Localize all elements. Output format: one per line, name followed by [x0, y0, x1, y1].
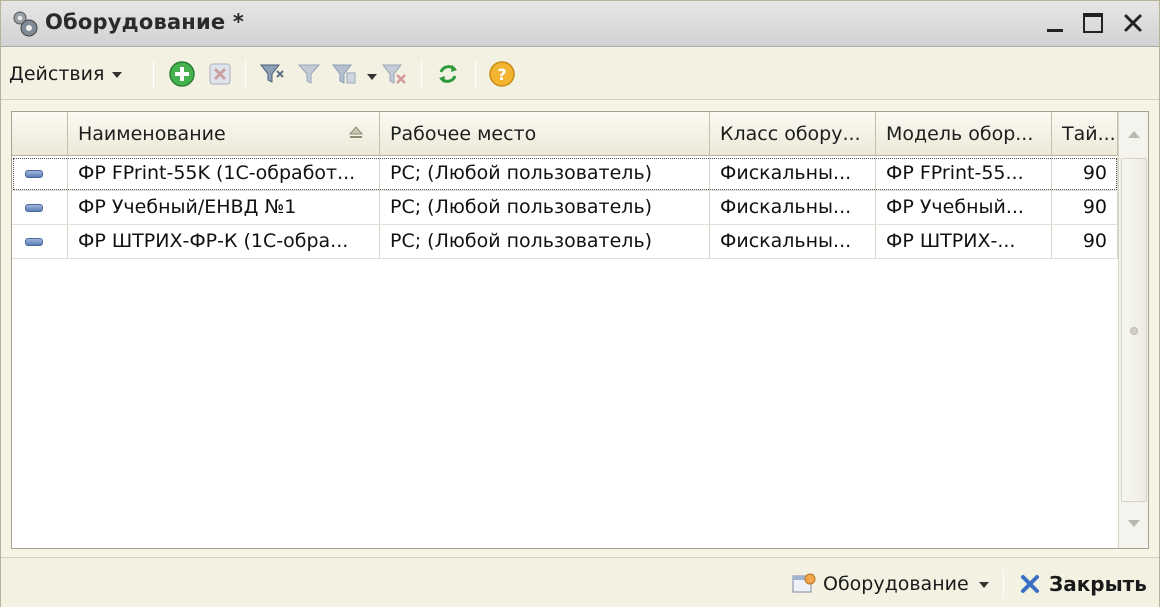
row-marker	[12, 191, 68, 224]
chevron-down-icon	[978, 582, 989, 588]
toolbar-separator	[475, 60, 476, 88]
item-icon	[25, 204, 43, 212]
equipment-gear-icon	[13, 11, 38, 37]
title-bar[interactable]: Оборудование *	[1, 1, 1159, 47]
actions-label: Действия	[9, 63, 105, 85]
row-marker	[12, 157, 68, 190]
cell-model: ФР Учебный...	[876, 191, 1052, 224]
cell-workplace: РС; (Любой пользователь)	[380, 191, 710, 224]
actions-menu-button[interactable]: Действия	[3, 58, 128, 90]
cell-workplace: РС; (Любой пользователь)	[380, 225, 710, 258]
cell-class: Фискальны...	[710, 225, 876, 258]
cell-timeout: 90	[1052, 157, 1118, 190]
table-header: Наименование Рабочее место Класс обору..…	[12, 112, 1118, 156]
close-button[interactable]: Закрыть	[1019, 568, 1147, 600]
table-row[interactable]: ФР Учебный/ЕНВД №1 РС; (Любой пользовате…	[12, 191, 1118, 225]
column-header-workplace[interactable]: Рабочее место	[380, 112, 710, 156]
column-header-name[interactable]: Наименование	[68, 112, 380, 156]
toolbar-separator	[421, 60, 422, 88]
refresh-icon[interactable]	[433, 59, 463, 89]
toolbar-separator	[245, 60, 246, 88]
filter-by-value-icon[interactable]	[295, 59, 325, 89]
close-label: Закрыть	[1049, 572, 1147, 596]
column-header-class[interactable]: Класс обору...	[710, 112, 876, 156]
equipment-table[interactable]: Наименование Рабочее место Класс обору..…	[11, 111, 1149, 549]
cell-model: ФР ШТРИХ-...	[876, 225, 1052, 258]
minimize-icon[interactable]	[1041, 9, 1069, 37]
bottom-bar: Оборудование Закрыть	[1, 557, 1159, 607]
toolbar-separator	[153, 60, 154, 88]
column-header-model[interactable]: Модель обор...	[876, 112, 1052, 156]
sort-ascending-icon	[348, 126, 364, 138]
filter-history-icon[interactable]	[329, 59, 359, 89]
toolbar: Действия ?	[1, 48, 1159, 100]
filter-set-icon[interactable]	[257, 59, 287, 89]
bottom-separator	[1003, 570, 1004, 598]
column-header-timeout[interactable]: Тай...	[1052, 112, 1118, 156]
cell-timeout: 90	[1052, 191, 1118, 224]
grip-icon	[1130, 327, 1138, 335]
filter-clear-icon[interactable]	[379, 59, 409, 89]
window-title: Оборудование *	[45, 10, 245, 34]
cell-name: ФР FPrint-55K (1С-обработ...	[68, 157, 380, 190]
scroll-down-icon[interactable]	[1123, 512, 1145, 534]
scroll-up-icon[interactable]	[1123, 124, 1145, 146]
cell-class: Фискальны...	[710, 191, 876, 224]
equipment-label: Оборудование	[823, 573, 969, 595]
chevron-down-icon[interactable]	[367, 74, 377, 80]
maximize-icon[interactable]	[1079, 9, 1107, 37]
row-marker-header	[12, 112, 68, 156]
delete-icon[interactable]	[205, 59, 235, 89]
scroll-thumb[interactable]	[1121, 158, 1147, 502]
equipment-menu-button[interactable]: Оборудование	[791, 568, 989, 600]
item-icon	[25, 238, 43, 246]
equipment-window: Оборудование * Действия ? Наименование Р…	[0, 0, 1160, 607]
cell-class: Фискальны...	[710, 157, 876, 190]
close-icon[interactable]	[1119, 9, 1147, 37]
svg-text:?: ?	[497, 65, 506, 84]
cell-name: ФР ШТРИХ-ФР-К (1С-обра...	[68, 225, 380, 258]
close-x-icon	[1021, 575, 1039, 593]
row-marker	[12, 225, 68, 258]
cell-timeout: 90	[1052, 225, 1118, 258]
equipment-settings-icon	[792, 573, 816, 593]
chevron-down-icon	[112, 72, 123, 78]
add-icon[interactable]	[167, 59, 197, 89]
vertical-scrollbar[interactable]	[1118, 112, 1148, 548]
cell-name: ФР Учебный/ЕНВД №1	[68, 191, 380, 224]
table-row[interactable]: ФР FPrint-55K (1С-обработ... РС; (Любой …	[12, 157, 1118, 191]
cell-model: ФР FPrint-55...	[876, 157, 1052, 190]
table-body: ФР FPrint-55K (1С-обработ... РС; (Любой …	[12, 157, 1118, 549]
help-icon[interactable]: ?	[487, 59, 517, 89]
cell-workplace: РС; (Любой пользователь)	[380, 157, 710, 190]
table-row[interactable]: ФР ШТРИХ-ФР-К (1С-обра... РС; (Любой пол…	[12, 225, 1118, 259]
item-icon	[25, 170, 43, 178]
